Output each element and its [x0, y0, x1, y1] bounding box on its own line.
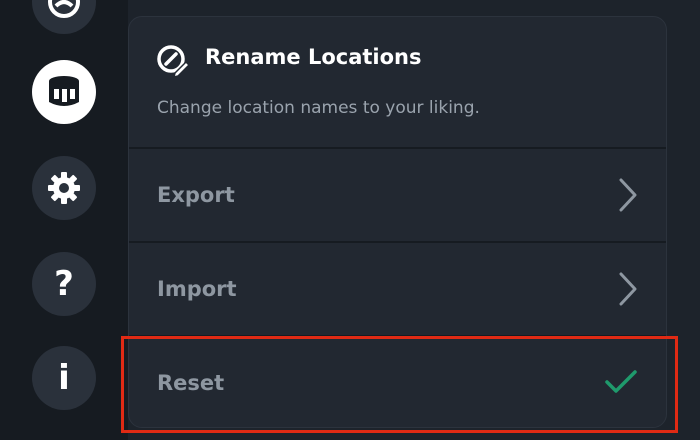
- faction-icon: [46, 0, 82, 20]
- chevron-right-icon: [618, 272, 638, 310]
- help-icon: ?: [54, 264, 74, 304]
- sidebar-item-info[interactable]: i: [32, 346, 96, 410]
- sidebar-item-faction[interactable]: [32, 0, 96, 34]
- sidebar: ? i: [0, 0, 128, 440]
- page-title: Rename Locations: [205, 45, 422, 69]
- sidebar-item-tower[interactable]: [32, 60, 96, 124]
- export-label: Export: [157, 183, 235, 207]
- export-row[interactable]: Export: [129, 149, 666, 241]
- tower-icon: [44, 72, 84, 112]
- sidebar-item-settings[interactable]: [32, 156, 96, 220]
- gear-icon: [46, 170, 82, 206]
- info-icon: i: [58, 358, 70, 398]
- rename-locations-panel: Rename Locations Change location names t…: [128, 16, 667, 428]
- import-label: Import: [157, 277, 237, 301]
- reset-row[interactable]: Reset: [129, 337, 666, 427]
- checkmark-icon: [604, 369, 638, 399]
- chevron-right-icon: [618, 178, 638, 216]
- import-row[interactable]: Import: [129, 243, 666, 335]
- panel-header: Rename Locations Change location names t…: [129, 17, 666, 148]
- compass-pencil-icon: [155, 43, 191, 83]
- sidebar-item-help[interactable]: ?: [32, 252, 96, 316]
- reset-label: Reset: [157, 371, 225, 395]
- panel-description: Change location names to your liking.: [157, 98, 480, 118]
